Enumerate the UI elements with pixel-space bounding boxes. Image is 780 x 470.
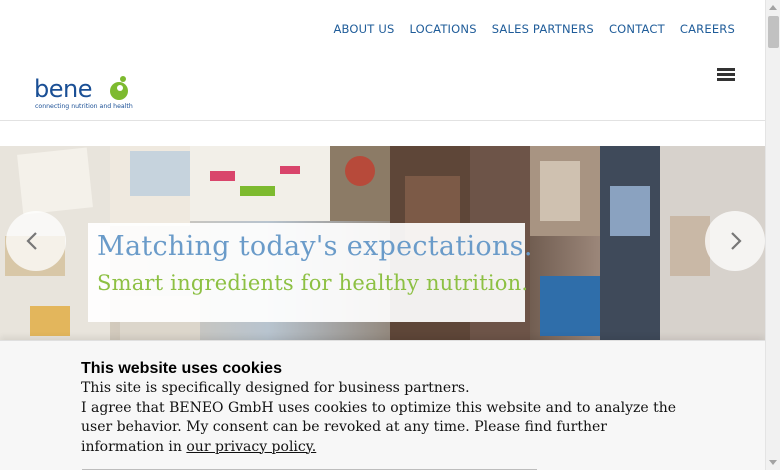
logo-dot-icon: [110, 82, 128, 100]
hero-subtitle: Smart ingredients for healthy nutrition.: [97, 271, 529, 295]
cookie-content: This website uses cookies This site is s…: [81, 359, 681, 457]
menu-bar: [717, 73, 735, 76]
page: ABOUT US LOCATIONS SALES PARTNERS CONTAC…: [0, 0, 765, 470]
privacy-policy-link[interactable]: our privacy policy.: [186, 439, 316, 455]
scrollbar-thumb[interactable]: [768, 16, 779, 48]
scroll-up-arrow-icon[interactable]: [769, 5, 777, 10]
logo-leaf-icon: [120, 76, 126, 82]
cookie-body: I agree that BENEO GmbH uses cookies to …: [81, 399, 677, 455]
cookie-title: This website uses cookies: [81, 360, 282, 377]
nav-link-contact[interactable]: CONTACT: [609, 22, 665, 36]
menu-bar: [717, 78, 735, 81]
scroll-down-arrow-icon[interactable]: [769, 460, 777, 465]
menu-bar: [717, 68, 735, 71]
hamburger-menu-icon[interactable]: [717, 68, 735, 82]
hero-title: Matching today's expectations.: [97, 231, 533, 262]
hero-slider: Matching today's expectations. Smart ing…: [0, 146, 765, 346]
nav-link-about-us[interactable]: ABOUT US: [333, 22, 394, 36]
logo-tagline: connecting nutrition and health: [35, 103, 133, 110]
chevron-right-icon: [731, 232, 742, 250]
hero-caption: Matching today's expectations. Smart ing…: [88, 223, 533, 322]
slider-next-button[interactable]: [705, 211, 765, 271]
nav-link-sales-partners[interactable]: SALES PARTNERS: [492, 22, 594, 36]
vertical-scrollbar[interactable]: [765, 0, 780, 470]
beneo-logo[interactable]: bene connecting nutrition and health: [34, 75, 134, 115]
cookie-text: This site is specifically designed for b…: [81, 379, 681, 457]
nav-link-locations[interactable]: LOCATIONS: [409, 22, 476, 36]
top-navigation: ABOUT US LOCATIONS SALES PARTNERS CONTAC…: [333, 22, 735, 36]
nav-link-careers[interactable]: CAREERS: [680, 22, 735, 36]
header-divider: [0, 120, 765, 121]
logo-wordmark: bene: [34, 75, 92, 103]
cookie-banner: This website uses cookies This site is s…: [0, 340, 765, 470]
cookie-line1: This site is specifically designed for b…: [81, 380, 470, 396]
chevron-left-icon: [26, 232, 37, 250]
slider-prev-button[interactable]: [6, 211, 66, 271]
